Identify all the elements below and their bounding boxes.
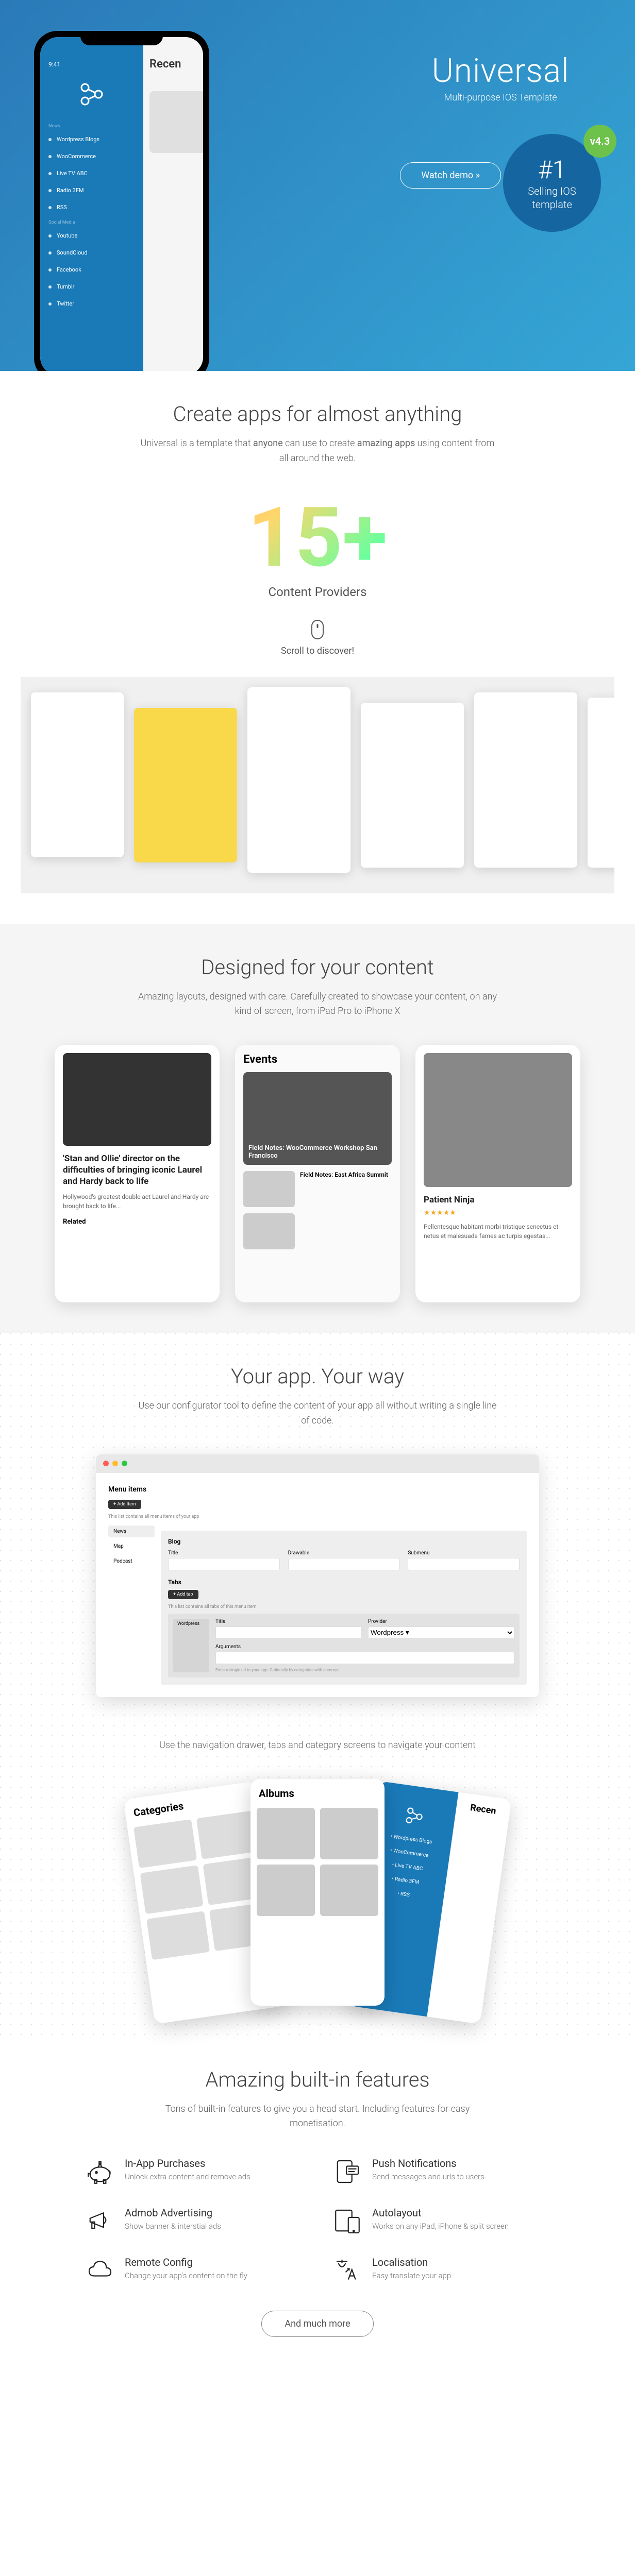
section-desc: Use our configurator tool to define the … [137, 1399, 498, 1429]
providers-count: 15+ [21, 497, 614, 580]
peek-title: Recen [149, 58, 203, 71]
devices-icon [333, 2207, 362, 2235]
megaphone-icon [86, 2207, 114, 2235]
piggy-bank-icon [86, 2157, 114, 2186]
section-title: Your app. Your way [21, 1364, 614, 1388]
menu-items-heading: Menu items [108, 1485, 527, 1494]
section-desc: Universal is a template that anyone can … [137, 436, 498, 466]
providers-label: Content Providers [21, 585, 614, 599]
and-much-more-button[interactable]: And much more [261, 2311, 373, 2337]
designed-section: Designed for your content Amazing layout… [0, 924, 635, 1334]
drawable-input[interactable] [288, 1558, 400, 1570]
sidebar-item: Radio 3FM [40, 182, 143, 199]
config-window: Menu items + Add Item This list contains… [96, 1454, 539, 1697]
translate-icon [333, 2256, 362, 2285]
feature-localisation: LocalisationEasy translate your app [333, 2256, 549, 2285]
section-desc: Amazing layouts, designed with care. Car… [137, 990, 498, 1020]
maximize-dot-icon [122, 1461, 127, 1466]
screenshots-band [21, 677, 614, 893]
section-title: Designed for your content [21, 955, 614, 979]
config-tab[interactable]: News [108, 1526, 155, 1537]
device-card-product: Patient Ninja ★★★★★ Pellentesque habitan… [415, 1045, 580, 1302]
device-card-article: 'Stan and Ollie' director on the difficu… [55, 1045, 220, 1302]
feature-autolayout: AutolayoutWorks on any iPad, iPhone & sp… [333, 2207, 549, 2235]
section-title: Create apps for almost anything [21, 402, 614, 426]
provider-select[interactable]: Wordpress ▾ [368, 1626, 514, 1639]
phone-mockup: 9:41 News Wordpress Blogs WooCommerce Li… [34, 31, 209, 371]
feature-iap: In-App PurchasesUnlock extra content and… [86, 2157, 302, 2186]
hero-subtitle: Multi-purpose IOS Template [400, 92, 601, 103]
add-item-button[interactable]: + Add Item [108, 1500, 141, 1509]
add-tab-button[interactable]: + Add tab [168, 1590, 198, 1599]
feature-push: Push NotificationsSend messages and urls… [333, 2157, 549, 2186]
sidebar-item: Live TV ABC [40, 165, 143, 182]
version-badge: v4.3 [583, 125, 616, 158]
rank-line1: Selling IOS [528, 184, 576, 198]
status-time: 9:41 [40, 58, 143, 71]
sidebar-item: Twitter [40, 295, 143, 312]
nav-screenshots: Categories Albums • Wordpress Blogs • Wo… [21, 1779, 614, 2006]
sidebar-logo [40, 71, 143, 120]
feature-admob: Admob AdvertisingShow banner & interstia… [86, 2207, 302, 2235]
tab-title-input[interactable] [215, 1626, 362, 1639]
peek-card [149, 91, 203, 153]
config-tab[interactable]: Podcast [108, 1555, 155, 1567]
close-dot-icon [103, 1461, 109, 1466]
cloud-icon [86, 2256, 114, 2285]
section-title: Amazing built-in features [21, 2067, 614, 2092]
notification-icon [333, 2157, 362, 2186]
sidebar-item: Youtube [40, 227, 143, 244]
args-input[interactable] [215, 1652, 514, 1664]
hero-title: Universal [400, 52, 601, 90]
minimize-dot-icon [112, 1461, 118, 1466]
sidebar-section-social: Social Media [40, 216, 143, 227]
sidebar-item: Facebook [40, 261, 143, 278]
nav-desc: Use the navigation drawer, tabs and cate… [137, 1738, 498, 1753]
section-desc: Tons of built-in features to give you a … [137, 2102, 498, 2132]
title-input[interactable] [168, 1558, 280, 1570]
submenu-input[interactable] [408, 1558, 520, 1570]
configurator-section: Your app. Your way Use our configurator … [0, 1333, 635, 2036]
config-titlebar [96, 1454, 539, 1473]
device-card-events: Events Field Notes: WooCommerce Workshop… [235, 1045, 400, 1302]
phone-content-peek: Recen [143, 37, 203, 371]
features-section: Amazing built-in features Tons of built-… [0, 2037, 635, 2368]
nav-shot-albums: Albums [250, 1779, 385, 2006]
sidebar-item: SoundCloud [40, 244, 143, 261]
sidebar-item: RSS [40, 199, 143, 216]
rank-number: #1 [538, 155, 566, 184]
scroll-hint: Scroll to discover! [21, 620, 614, 656]
phone-sidebar: 9:41 News Wordpress Blogs WooCommerce Li… [40, 37, 143, 371]
hero-section: 9:41 News Wordpress Blogs WooCommerce Li… [0, 0, 635, 371]
mouse-icon [311, 620, 324, 639]
sidebar-section-news: News [40, 120, 143, 131]
sidebar-item: WooCommerce [40, 148, 143, 165]
sidebar-item: Tumblr [40, 278, 143, 295]
feature-remote: Remote ConfigChange your app's content o… [86, 2256, 302, 2285]
create-apps-section: Create apps for almost anything Universa… [0, 371, 635, 924]
rank-line2: template [532, 198, 572, 211]
watch-demo-button[interactable]: Watch demo » [400, 162, 501, 189]
config-tab[interactable]: Map [108, 1540, 155, 1552]
sidebar-item: Wordpress Blogs [40, 131, 143, 148]
